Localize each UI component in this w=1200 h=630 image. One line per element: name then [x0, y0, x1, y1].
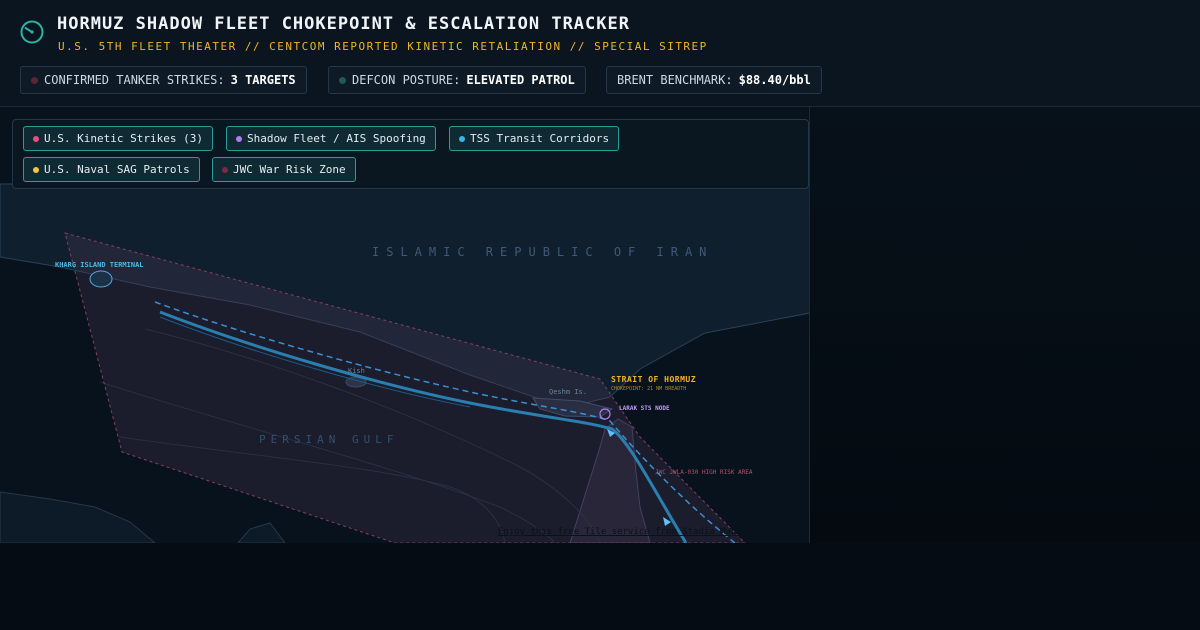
legend-dot [33, 135, 39, 142]
legend-label: U.S. Naval SAG Patrols [44, 163, 190, 176]
side-panel [810, 107, 1200, 543]
legend-dot [222, 166, 228, 173]
kharg-label: KHARG ISLAND TERMINAL [55, 261, 144, 269]
legend-panel: U.S. Kinetic Strikes (3) Shadow Fleet / … [12, 119, 809, 189]
kish-label: Kish [348, 367, 365, 375]
legend-label: U.S. Kinetic Strikes (3) [44, 132, 203, 145]
bottom-panel [0, 543, 1200, 630]
page-subtitle: U.S. 5TH FLEET THEATER // CENTCOM REPORT… [58, 40, 708, 53]
status-dot [31, 76, 38, 84]
legend-chip-tss-corridors[interactable]: TSS Transit Corridors [449, 126, 620, 151]
page-title: HORMUZ SHADOW FLEET CHOKEPOINT & ESCALAT… [57, 14, 630, 34]
gauge-icon [20, 20, 44, 44]
stat-label: CONFIRMED TANKER STRIKES: [44, 73, 225, 87]
strait-sub-label: CHOKEPOINT: 21 NM BREADTH [611, 386, 687, 392]
legend-chip-shadow-fleet[interactable]: Shadow Fleet / AIS Spoofing [226, 126, 436, 151]
legend-dot [33, 166, 39, 173]
legend-chip-jwc-risk[interactable]: JWC War Risk Zone [212, 157, 356, 182]
stat-value: 3 TARGETS [230, 73, 296, 87]
stat-defcon: DEFCON POSTURE: ELEVATED PATROL [328, 66, 586, 94]
legend-dot [459, 135, 465, 142]
jwc-zone-label: JWC JWLA-030 HIGH RISK AREA [655, 469, 753, 476]
legend-label: TSS Transit Corridors [470, 132, 610, 145]
app-header: HORMUZ SHADOW FLEET CHOKEPOINT & ESCALAT… [0, 0, 1200, 107]
stat-value: $88.40/bbl [738, 73, 811, 87]
stat-brent: BRENT BENCHMARK: $88.40/bbl [606, 66, 822, 94]
kharg-island-marker [89, 270, 113, 288]
qeshm-label: Qeshm Is. [549, 388, 587, 396]
region-label-iran: ISLAMIC REPUBLIC OF IRAN [372, 245, 714, 259]
strait-title-label: STRAIT OF HORMUZ [611, 375, 697, 384]
legend-dot [236, 135, 242, 142]
legend-label: Shadow Fleet / AIS Spoofing [247, 132, 426, 145]
map-panel[interactable]: ISLAMIC REPUBLIC OF IRAN PERSIAN GULF KH… [0, 107, 810, 543]
map-credit-link[interactable]: Enjoy this free Tile service from Stadia… [498, 527, 742, 537]
stat-value: ELEVATED PATROL [466, 73, 575, 87]
status-dot [339, 76, 346, 84]
legend-label: JWC War Risk Zone [233, 163, 346, 176]
legend-chip-kinetic-strikes[interactable]: U.S. Kinetic Strikes (3) [23, 126, 213, 151]
legend-chip-naval-sag[interactable]: U.S. Naval SAG Patrols [23, 157, 200, 182]
region-label-gulf: PERSIAN GULF [259, 433, 399, 446]
stat-label: BRENT BENCHMARK: [617, 73, 733, 87]
stat-label: DEFCON POSTURE: [352, 73, 461, 87]
larak-label: LARAK STS NODE [619, 405, 670, 412]
stat-tanker-strikes: CONFIRMED TANKER STRIKES: 3 TARGETS [20, 66, 307, 94]
